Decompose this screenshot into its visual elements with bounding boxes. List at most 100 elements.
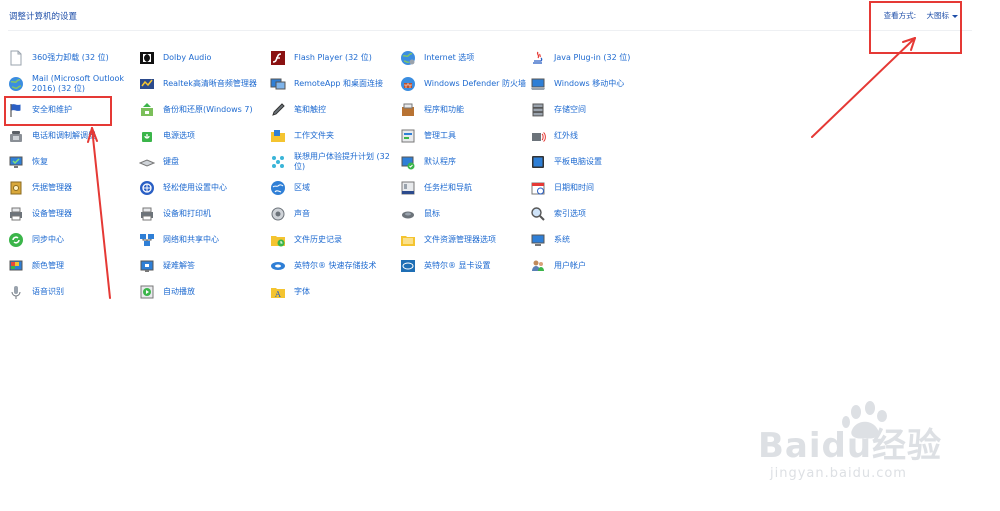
printer-icon: [8, 206, 24, 222]
autoplay-icon: [139, 284, 155, 300]
item-label: Flash Player (32 位): [294, 53, 372, 62]
item-label: 文件资源管理器选项: [424, 235, 496, 244]
remote-icon: [270, 76, 286, 92]
item-keyboard[interactable]: 键盘: [139, 150, 267, 174]
item-phone-modem[interactable]: 电话和调制解调器: [8, 124, 136, 148]
baidu-watermark: Baidu经验 jingyan.baidu.com: [758, 400, 963, 495]
item-recovery[interactable]: 恢复: [8, 150, 136, 174]
font-icon: A: [270, 284, 286, 300]
item-autoplay[interactable]: 自动播放: [139, 280, 267, 304]
item-devices-printers[interactable]: 设备和打印机: [139, 202, 267, 226]
item-label: RemoteApp 和桌面连接: [294, 79, 384, 88]
item-label: 笔和触控: [294, 105, 326, 114]
item-backup-restore[interactable]: 备份和还原(Windows 7): [139, 98, 267, 122]
item-remoteapp[interactable]: RemoteApp 和桌面连接: [270, 72, 398, 96]
item-internet-options[interactable]: Internet 选项: [400, 46, 528, 70]
dolby-icon: [139, 50, 155, 66]
mobility-icon: [530, 76, 546, 92]
item-label: 任务栏和导航: [424, 183, 472, 192]
item-programs-features[interactable]: 程序和功能: [400, 98, 528, 122]
item-credential-manager[interactable]: 凭据管理器: [8, 176, 136, 200]
vault-icon: [8, 180, 24, 196]
item-sound[interactable]: 声音: [270, 202, 398, 226]
intel-storage-icon: [270, 258, 286, 274]
item-360-uninstall[interactable]: 360强力卸载 (32 位): [8, 46, 136, 70]
item-default-programs[interactable]: 默认程序: [400, 150, 528, 174]
region-icon: [270, 180, 286, 196]
item-tablet-settings[interactable]: 平板电脑设置: [530, 150, 658, 174]
item-mouse[interactable]: 鼠标: [400, 202, 528, 226]
item-device-manager[interactable]: 设备管理器: [8, 202, 136, 226]
globe-icon: [8, 76, 24, 92]
sound-icon: [270, 206, 286, 222]
flash-icon: [270, 50, 286, 66]
item-label: 日期和时间: [554, 183, 594, 192]
item-label: 360强力卸载 (32 位): [32, 53, 109, 62]
item-infrared[interactable]: 红外线: [530, 124, 658, 148]
item-label: 轻松使用设置中心: [163, 183, 227, 192]
item-label: 平板电脑设置: [554, 157, 602, 166]
item-label: 键盘: [163, 157, 179, 166]
item-dolby-audio[interactable]: Dolby Audio: [139, 46, 267, 70]
item-color-management[interactable]: 颜色管理: [8, 254, 136, 278]
mouse-icon: [400, 206, 416, 222]
page-title: 调整计算机的设置: [9, 12, 78, 22]
item-admin-tools[interactable]: 管理工具: [400, 124, 528, 148]
item-label: 同步中心: [32, 235, 64, 244]
item-indexing-options[interactable]: 索引选项: [530, 202, 658, 226]
item-label: 颜色管理: [32, 261, 64, 270]
item-label: 程序和功能: [424, 105, 464, 114]
watermark-url: jingyan.baidu.com: [770, 466, 907, 481]
taskbar-icon: [400, 180, 416, 196]
item-storage-spaces[interactable]: 存储空间: [530, 98, 658, 122]
audio-icon: [139, 76, 155, 92]
item-explorer-options[interactable]: 文件资源管理器选项: [400, 228, 528, 252]
item-region[interactable]: 区域: [270, 176, 398, 200]
lenovo-icon: [270, 154, 286, 170]
annotation-box-security: [4, 96, 112, 126]
item-label: 字体: [294, 287, 310, 296]
item-speech-recognition[interactable]: 语音识别: [8, 280, 136, 304]
item-troubleshooting[interactable]: 疑难解答: [139, 254, 267, 278]
item-realtek-audio[interactable]: Realtek高清晰音频管理器: [139, 72, 267, 96]
item-pen-touch[interactable]: 笔和触控: [270, 98, 398, 122]
item-label: 电话和调制解调器: [32, 131, 96, 140]
item-flash-player[interactable]: Flash Player (32 位): [270, 46, 398, 70]
item-intel-rst[interactable]: 英特尔® 快速存储技术: [270, 254, 398, 278]
item-taskbar-navigation[interactable]: 任务栏和导航: [400, 176, 528, 200]
item-mail-outlook[interactable]: Mail (Microsoft Outlook 2016) (32 位): [8, 72, 136, 96]
item-mobility-center[interactable]: Windows 移动中心: [530, 72, 658, 96]
item-label: 索引选项: [554, 209, 586, 218]
item-label: Windows Defender 防火墙: [424, 79, 526, 88]
item-label: 联想用户体验提升计划 (32 位): [294, 152, 390, 171]
item-intel-graphics[interactable]: 英特尔® 显卡设置: [400, 254, 528, 278]
admin-icon: [400, 128, 416, 144]
item-windows-firewall[interactable]: Windows Defender 防火墙: [400, 72, 528, 96]
default-icon: [400, 154, 416, 170]
item-lenovo-experience[interactable]: 联想用户体验提升计划 (32 位): [270, 150, 398, 174]
item-user-accounts[interactable]: 用户帐户: [530, 254, 658, 278]
internet-icon: [400, 50, 416, 66]
item-fonts[interactable]: A 字体: [270, 280, 398, 304]
item-label: 英特尔® 快速存储技术: [294, 261, 377, 270]
watermark-logo-text: Baidu经验: [758, 426, 943, 466]
storage-icon: [530, 102, 546, 118]
backup-icon: [139, 102, 155, 118]
item-ease-of-access[interactable]: 轻松使用设置中心: [139, 176, 267, 200]
item-label: 存储空间: [554, 105, 586, 114]
item-power-options[interactable]: 电源选项: [139, 124, 267, 148]
item-java-plugin[interactable]: Java Plug-in (32 位): [530, 46, 658, 70]
phone-icon: [8, 128, 24, 144]
item-sync-center[interactable]: 同步中心: [8, 228, 136, 252]
doc-icon: [8, 50, 24, 66]
item-network-sharing[interactable]: 网络和共享中心: [139, 228, 267, 252]
item-system[interactable]: 系统: [530, 228, 658, 252]
sync-icon: [8, 232, 24, 248]
item-label: 电源选项: [163, 131, 195, 140]
infrared-icon: [530, 128, 546, 144]
users-icon: [530, 258, 546, 274]
item-work-folders[interactable]: 工作文件夹: [270, 124, 398, 148]
mic-icon: [8, 284, 24, 300]
item-file-history[interactable]: 文件历史记录: [270, 228, 398, 252]
item-date-time[interactable]: 日期和时间: [530, 176, 658, 200]
